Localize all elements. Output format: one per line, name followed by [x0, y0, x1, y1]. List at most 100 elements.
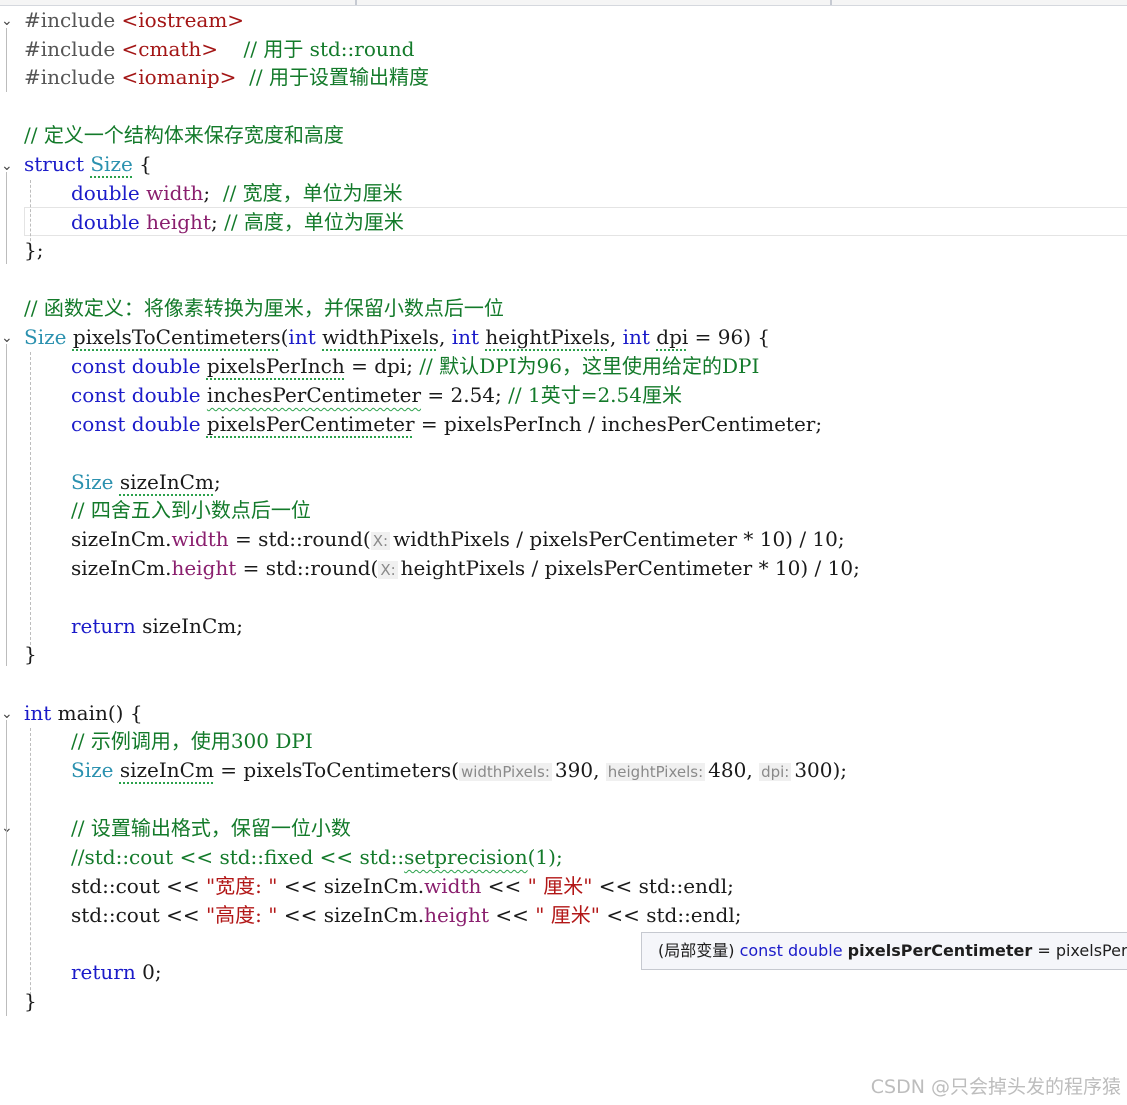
expression: <<: [489, 903, 536, 927]
expression: std::cout <<: [71, 874, 206, 898]
indent-guide-line: [30, 352, 31, 660]
code-editor[interactable]: ⌄ ⌄ ⌄ ⌄ ⌄ #include <iostream> #include <…: [0, 0, 1127, 1105]
code-line-6[interactable]: struct Size {: [24, 150, 152, 179]
keyword: double: [71, 210, 140, 234]
code-line-18[interactable]: // 四舍五入到小数点后一位: [71, 496, 311, 525]
code-line-8[interactable]: double height; // 高度，单位为厘米: [71, 208, 404, 237]
expression: = pixelsToCentimeters(: [213, 758, 459, 782]
string-literal: " 厘米": [527, 874, 593, 898]
comment: (1);: [527, 845, 563, 869]
comment: setprecision: [404, 845, 528, 869]
number-literal: 480,: [708, 758, 760, 782]
keyword: const: [71, 354, 126, 378]
code-line-3[interactable]: #include <iomanip> // 用于设置输出精度: [24, 63, 429, 92]
expression: widthPixels / pixelsPerCentimeter * 10) …: [393, 527, 845, 551]
field-name: width: [424, 874, 482, 898]
code-line-22[interactable]: return sizeInCm;: [71, 612, 243, 641]
code-line-25[interactable]: int main() {: [24, 699, 143, 728]
code-line-2[interactable]: #include <cmath> // 用于 std::round: [24, 35, 414, 64]
parameter-hint: widthPixels:: [458, 763, 552, 781]
fold-chevron-icon[interactable]: ⌄: [1, 156, 13, 176]
expression: sizeInCm.: [71, 556, 172, 580]
code-line-29[interactable]: // 设置输出格式，保留一位小数: [71, 814, 351, 843]
code-line-14[interactable]: const double inchesPerCentimeter = 2.54;…: [71, 381, 682, 410]
parameter: dpi: [656, 325, 689, 349]
code-line-32[interactable]: std::cout << "高度: " << sizeInCm.height <…: [71, 901, 741, 930]
code-line-13[interactable]: const double pixelsPerInch = dpi; // 默认D…: [71, 352, 759, 381]
fold-chevron-icon[interactable]: ⌄: [1, 818, 13, 838]
expression: = pixelsPerInch / inchesPerCentimeter;: [414, 412, 823, 436]
expression: << sizeInCm.: [277, 903, 425, 927]
code-line-30[interactable]: //std::cout << std::fixed << std::setpre…: [71, 843, 563, 872]
keyword: int: [451, 325, 480, 349]
parameter-hint: X:: [378, 561, 398, 579]
expression: << std::endl;: [592, 874, 734, 898]
type-name: Size: [24, 325, 67, 349]
watermark: CSDN @只会掉头发的程序猿: [870, 1076, 1121, 1098]
string-literal: "宽度: ": [205, 874, 278, 898]
comment: // 高度，单位为厘米: [224, 210, 404, 234]
expression: sizeInCm.: [71, 527, 172, 551]
field-name: width: [146, 181, 204, 205]
punctuation: }: [24, 989, 37, 1013]
code-line-19[interactable]: sizeInCm.width = std::round(X: widthPixel…: [71, 525, 845, 554]
variable: inchesPerCentimeter: [206, 383, 422, 407]
parameter: heightPixels: [485, 325, 610, 349]
keyword: struct: [24, 152, 84, 176]
comment: // 宽度，单位为厘米: [222, 181, 403, 205]
code-line-20[interactable]: sizeInCm.height = std::round(X: heightPix…: [71, 554, 860, 583]
type-name: Size: [71, 470, 114, 494]
fold-chevron-icon[interactable]: ⌄: [1, 11, 13, 31]
code-line-34[interactable]: return 0;: [71, 958, 162, 987]
keyword: double: [131, 412, 201, 436]
expression: << std::endl;: [600, 903, 742, 927]
fold-chevron-icon[interactable]: ⌄: [1, 328, 13, 348]
field-name: height: [146, 210, 211, 234]
expression: <<: [481, 874, 528, 898]
field-name: width: [171, 527, 229, 551]
quick-info-tooltip: (局部变量) const double pixelsPerCentimeter …: [641, 932, 1127, 970]
comment: // 默认DPI为96，这里使用给定的DPI: [419, 354, 760, 378]
scope-guide-line: [6, 172, 7, 264]
comment: // 四舍五入到小数点后一位: [71, 498, 311, 522]
string-literal: " 厘米": [535, 903, 600, 927]
comment: // 示例调用，使用300 DPI: [71, 729, 313, 753]
comment: // 用于 std::round: [243, 37, 415, 61]
expression: main() {: [51, 701, 143, 725]
keyword: return: [71, 960, 136, 984]
punctuation: ;: [203, 181, 223, 205]
code-line-12[interactable]: Size pixelsToCentimeters(int widthPixels…: [24, 323, 770, 352]
parameter-hint: dpi:: [759, 763, 792, 781]
code-line-7[interactable]: double width; // 宽度，单位为厘米: [71, 179, 403, 208]
code-line-5[interactable]: // 定义一个结构体来保存宽度和高度: [24, 121, 344, 150]
code-line-15[interactable]: const double pixelsPerCentimeter = pixel…: [71, 410, 822, 439]
variable: pixelsPerInch: [206, 354, 345, 378]
code-line-27[interactable]: Size sizeInCm = pixelsToCentimeters(widt…: [71, 756, 847, 785]
fold-chevron-icon[interactable]: ⌄: [1, 704, 13, 724]
code-line-9[interactable]: };: [24, 236, 43, 265]
punctuation: ,: [609, 325, 623, 349]
preprocessor-directive: #include: [24, 65, 122, 89]
expression: << sizeInCm.: [277, 874, 425, 898]
keyword: const: [71, 412, 126, 436]
expression: std::cout <<: [71, 903, 206, 927]
preprocessor-directive: #include: [24, 8, 122, 32]
code-line-11[interactable]: // 函数定义：将像素转换为厘米，并保留小数点后一位: [24, 294, 504, 323]
include-path: <cmath>: [121, 37, 219, 61]
code-line-26[interactable]: // 示例调用，使用300 DPI: [71, 727, 313, 756]
code-line-17[interactable]: Size sizeInCm;: [71, 468, 221, 497]
code-line-35[interactable]: }: [24, 987, 37, 1016]
code-line-1[interactable]: #include <iostream>: [24, 6, 244, 35]
code-line-23[interactable]: }: [24, 640, 37, 669]
include-path: <iostream>: [121, 8, 245, 32]
tooltip-value: = pixelsPerInc: [1037, 941, 1127, 960]
number-literal: 390,: [554, 758, 606, 782]
parameter-hint: heightPixels:: [605, 763, 706, 781]
variable: sizeInCm: [119, 470, 214, 494]
variable: sizeInCm: [119, 758, 214, 782]
code-line-31[interactable]: std::cout << "宽度: " << sizeInCm.width <<…: [71, 872, 734, 901]
keyword: const: [71, 383, 126, 407]
expression: = dpi;: [344, 354, 420, 378]
tooltip-type: const double: [739, 941, 848, 960]
punctuation: };: [24, 238, 44, 262]
